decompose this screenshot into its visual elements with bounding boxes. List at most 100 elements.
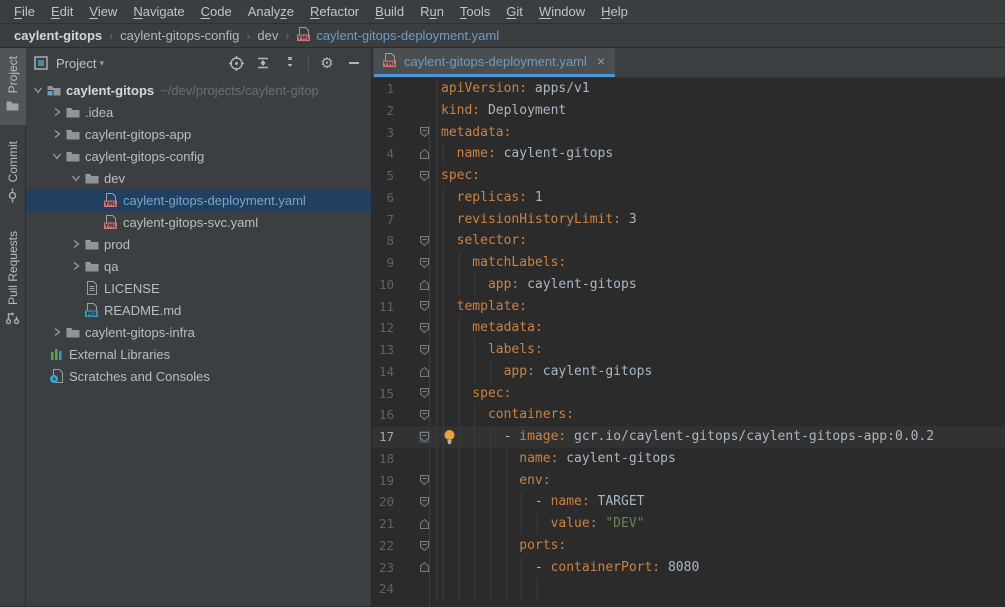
yaml-key: spec: xyxy=(472,385,512,401)
code-line[interactable]: 20 - name: TARGET xyxy=(372,491,1005,513)
fold-start-icon[interactable] xyxy=(419,322,430,334)
intention-lightbulb-icon[interactable] xyxy=(443,429,456,453)
close-icon[interactable]: × xyxy=(597,53,605,69)
settings-gear-icon[interactable]: ⚙ xyxy=(318,54,336,72)
code-line[interactable]: 11 template: xyxy=(372,295,1005,318)
tree-item-scratches-and-consoles[interactable]: Scratches and Consoles xyxy=(26,365,371,387)
menu-edit[interactable]: Edit xyxy=(43,0,81,23)
code-line[interactable]: 7 revisionHistoryLimit: 3 xyxy=(372,208,1005,231)
fold-start-icon[interactable] xyxy=(419,387,430,399)
menu-refactor[interactable]: Refactor xyxy=(302,0,367,23)
menu-file[interactable]: File xyxy=(6,0,43,23)
code-line[interactable]: 12 metadata: xyxy=(372,317,1005,339)
line-number: 10 xyxy=(378,276,394,292)
editor-tab[interactable]: YML caylent-gitops-deployment.yaml × xyxy=(374,48,615,77)
line-number: 9 xyxy=(386,255,394,270)
menu-run[interactable]: Run xyxy=(412,0,452,23)
breadcrumb-item[interactable]: dev xyxy=(257,28,278,43)
code-line[interactable]: 23 - containerPort: 8080 xyxy=(372,556,1005,579)
fold-start-icon[interactable] xyxy=(419,235,430,247)
fold-start-icon[interactable] xyxy=(419,409,430,421)
breadcrumb-item[interactable]: caylent-gitops xyxy=(14,28,102,43)
menu-tools[interactable]: Tools xyxy=(452,0,498,23)
fold-start-icon[interactable] xyxy=(419,540,430,552)
fold-start-icon[interactable] xyxy=(419,474,430,486)
chevron-right-icon[interactable] xyxy=(49,107,65,117)
menu-window[interactable]: Window xyxy=(531,0,593,23)
expand-all-icon[interactable] xyxy=(254,54,272,72)
menu-code[interactable]: Code xyxy=(193,0,240,23)
fold-end-icon[interactable] xyxy=(419,561,430,573)
fold-start-icon[interactable] xyxy=(419,257,430,269)
chevron-right-icon[interactable] xyxy=(68,239,84,249)
stripe-button-commit[interactable]: Commit xyxy=(0,133,26,214)
tree-item-prod[interactable]: prod xyxy=(26,233,371,255)
tree-item-caylent-gitops[interactable]: caylent-gitops ~/dev/projects/caylent-git… xyxy=(26,79,371,101)
chevron-down-icon[interactable] xyxy=(49,151,65,161)
code-line[interactable]: 1 apiVersion: apps/v1 xyxy=(372,78,1005,100)
code-line[interactable]: 10 app: caylent-gitops xyxy=(372,273,1005,296)
menu-view[interactable]: View xyxy=(81,0,125,23)
locate-icon[interactable] xyxy=(227,54,245,72)
code-editor[interactable]: 1 apiVersion: apps/v1 2 kind: Deployment 3 me… xyxy=(372,78,1005,606)
fold-end-icon[interactable] xyxy=(419,366,430,378)
fold-gutter xyxy=(394,209,436,231)
project-panel-title[interactable]: Project xyxy=(56,56,96,71)
menu-build[interactable]: Build xyxy=(367,0,412,23)
tree-item-license[interactable]: LICENSE xyxy=(26,277,371,299)
stripe-button-pull-requests[interactable]: Pull Requests xyxy=(0,223,26,337)
code-line[interactable]: 6 replicas: 1 xyxy=(372,186,1005,209)
menu-navigate[interactable]: Navigate xyxy=(125,0,192,23)
fold-end-icon[interactable] xyxy=(419,148,430,160)
fold-start-icon[interactable] xyxy=(419,496,430,508)
stripe-button-project[interactable]: Project xyxy=(0,48,26,126)
chevron-right-icon[interactable] xyxy=(49,129,65,139)
fold-end-icon[interactable] xyxy=(419,279,430,291)
chevron-down-icon[interactable] xyxy=(68,173,84,183)
code-line[interactable]: 2 kind: Deployment xyxy=(372,99,1005,122)
chevron-down-icon[interactable]: ▾ xyxy=(99,58,104,69)
tree-item-caylent-gitops-infra[interactable]: caylent-gitops-infra xyxy=(26,321,371,343)
menu-help[interactable]: Help xyxy=(593,0,636,23)
code-line[interactable]: 15 spec: xyxy=(372,382,1005,405)
fold-start-icon[interactable] xyxy=(419,300,430,312)
code-line[interactable]: 19 env: xyxy=(372,469,1005,492)
fold-start-icon[interactable] xyxy=(419,126,430,138)
chevron-down-icon[interactable] xyxy=(30,85,46,95)
chevron-right-icon[interactable] xyxy=(68,261,84,271)
code-line[interactable]: 22 ports: xyxy=(372,534,1005,557)
code-line[interactable]: 18 name: caylent-gitops xyxy=(372,447,1005,470)
code-line[interactable]: 8 selector: xyxy=(372,230,1005,252)
chevron-right-icon[interactable] xyxy=(49,327,65,337)
code-line[interactable]: 14 app: caylent-gitops xyxy=(372,360,1005,383)
tree-item-caylent-gitops-svc.yaml[interactable]: YML caylent-gitops-svc.yaml xyxy=(26,211,371,233)
collapse-all-icon[interactable] xyxy=(281,54,299,72)
fold-start-icon[interactable] xyxy=(419,430,430,443)
fold-start-icon[interactable] xyxy=(419,170,430,182)
breadcrumb-item[interactable]: caylent-gitops-config xyxy=(120,28,239,43)
code-line[interactable]: 16 containers: xyxy=(372,404,1005,426)
fold-start-icon[interactable] xyxy=(419,344,430,356)
fold-end-icon[interactable] xyxy=(419,518,430,530)
tree-item-external-libraries[interactable]: External Libraries xyxy=(26,343,371,365)
code-line[interactable]: 4 name: caylent-gitops xyxy=(372,143,1005,165)
tree-item-.idea[interactable]: .idea xyxy=(26,101,371,123)
menu-analyze[interactable]: Analyze xyxy=(240,0,302,23)
menu-git[interactable]: Git xyxy=(498,0,531,23)
tree-item-readme.md[interactable]: MD README.md xyxy=(26,299,371,321)
editor-area: YML caylent-gitops-deployment.yaml × 1 ap… xyxy=(372,48,1005,606)
tree-item-qa[interactable]: qa xyxy=(26,255,371,277)
hide-panel-icon[interactable] xyxy=(345,54,363,72)
tree-item-caylent-gitops-app[interactable]: caylent-gitops-app xyxy=(26,123,371,145)
code-line[interactable]: 3 metadata: xyxy=(372,121,1005,144)
code-line[interactable]: 17 - image: gcr.io/caylent-gitops/caylent… xyxy=(372,426,1005,448)
code-line[interactable]: 21 value: "DEV" xyxy=(372,513,1005,535)
breadcrumb-file[interactable]: YML caylent-gitops-deployment.yaml xyxy=(296,26,499,45)
code-line[interactable]: 5 spec: xyxy=(372,165,1005,187)
tree-item-dev[interactable]: dev xyxy=(26,167,371,189)
code-line[interactable]: 24 xyxy=(372,578,1005,600)
tree-item-caylent-gitops-deployment.yaml[interactable]: YML caylent-gitops-deployment.yaml xyxy=(26,189,371,211)
code-line[interactable]: 9 matchLabels: xyxy=(372,252,1005,274)
code-line[interactable]: 13 labels: xyxy=(372,339,1005,361)
tree-item-caylent-gitops-config[interactable]: caylent-gitops-config xyxy=(26,145,371,167)
